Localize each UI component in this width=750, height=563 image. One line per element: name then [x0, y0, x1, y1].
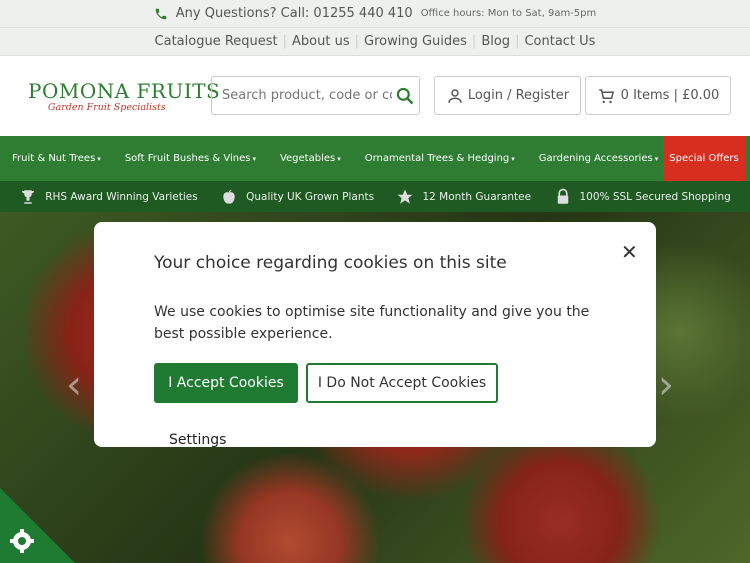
- trust-quality: Quality UK Grown Plants: [220, 188, 374, 206]
- accept-cookies-button[interactable]: I Accept Cookies: [154, 363, 298, 403]
- search-icon[interactable]: [395, 86, 415, 106]
- cookie-title: Your choice regarding cookies on this si…: [154, 253, 507, 273]
- user-icon: [448, 88, 462, 103]
- trust-rhs: RHS Award Winning Varieties: [19, 188, 198, 206]
- top-contact-bar: Any Questions? Call: 01255 440 410 Offic…: [0, 0, 750, 28]
- trust-guarantee: 12 Month Guarantee: [396, 188, 531, 206]
- link-contact[interactable]: Contact Us: [524, 34, 595, 49]
- nav-fruit-nut-trees[interactable]: Fruit & Nut Trees ▾: [0, 153, 113, 164]
- cookie-settings-icon[interactable]: [0, 488, 75, 563]
- main-nav: Fruit & Nut Trees ▾ Soft Fruit Bushes & V…: [0, 136, 750, 181]
- star-icon: [397, 189, 413, 204]
- office-hours: Office hours: Mon to Sat, 9am-5pm: [420, 8, 597, 19]
- close-icon[interactable]: ✕: [621, 240, 638, 264]
- secondary-links: Catalogue Request | About us | Growing Gui…: [0, 28, 750, 56]
- nav-soft-fruit[interactable]: Soft Fruit Bushes & Vines ▾: [113, 153, 268, 164]
- site-header: POMONA FRUITS Garden Fruit Specialists L…: [0, 56, 750, 136]
- cookie-settings-link[interactable]: Settings: [169, 432, 226, 447]
- cookie-modal: Your choice regarding cookies on this si…: [94, 222, 656, 447]
- logo-tagline: Garden Fruit Specialists: [48, 102, 166, 113]
- apple-icon: [223, 189, 235, 204]
- link-blog[interactable]: Blog: [481, 34, 510, 49]
- link-catalogue[interactable]: Catalogue Request: [155, 34, 278, 49]
- login-button[interactable]: Login / Register: [434, 76, 581, 115]
- nav-special-offers[interactable]: Special Offers: [663, 136, 745, 181]
- trust-ssl: 100% SSL Secured Shopping: [554, 188, 731, 206]
- nav-accessories[interactable]: Gardening Accessories ▾: [527, 153, 670, 164]
- cart-icon: [598, 88, 614, 103]
- login-label: Login / Register: [467, 88, 570, 103]
- cart-button[interactable]: 0 Items | £0.00: [585, 76, 731, 115]
- contact-question[interactable]: Any Questions? Call: 01255 440 410: [176, 6, 413, 21]
- trust-bar: RHS Award Winning Varieties Quality UK G…: [0, 181, 750, 212]
- trophy-icon: [22, 189, 35, 204]
- search-box: [211, 76, 420, 115]
- lock-icon: [557, 188, 568, 204]
- decline-cookies-button[interactable]: I Do Not Accept Cookies: [306, 363, 498, 403]
- site-logo[interactable]: POMONA FRUITS Garden Fruit Specialists: [28, 79, 221, 113]
- nav-vegetables[interactable]: Vegetables ▾: [268, 153, 353, 164]
- link-about[interactable]: About us: [292, 34, 350, 49]
- link-guides[interactable]: Growing Guides: [364, 34, 467, 49]
- cart-label: 0 Items | £0.00: [620, 88, 720, 103]
- logo-brand: POMONA FRUITS: [28, 79, 221, 103]
- nav-ornamental[interactable]: Ornamental Trees & Hedging ▾: [353, 153, 527, 164]
- search-input[interactable]: [222, 88, 392, 103]
- cookie-body: We use cookies to optimise site function…: [154, 304, 590, 342]
- phone-icon: [155, 8, 166, 19]
